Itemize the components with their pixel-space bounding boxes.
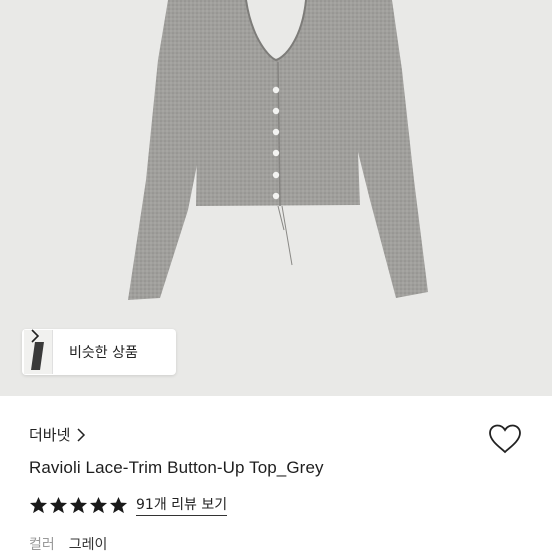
star-icon xyxy=(69,496,88,513)
star-icon xyxy=(109,496,128,513)
brand-name: 더바넷 xyxy=(29,426,71,444)
brand-link[interactable]: 더바넷 xyxy=(29,424,86,445)
product-image[interactable]: 비슷한 상품 xyxy=(0,0,552,396)
similar-products-label: 비슷한 상품 xyxy=(69,345,138,361)
star-icon xyxy=(49,496,68,513)
star-rating xyxy=(29,496,128,515)
star-icon xyxy=(89,496,108,513)
reviews-link[interactable]: 91개 리뷰 보기 xyxy=(136,494,228,516)
rating-row: 91개 리뷰 보기 xyxy=(29,494,228,516)
chevron-right-icon xyxy=(31,329,40,343)
color-value: 그레이 xyxy=(68,537,108,553)
similar-products-button[interactable]: 비슷한 상품 xyxy=(22,329,176,375)
chevron-right-icon xyxy=(77,427,86,442)
star-icon xyxy=(29,496,48,513)
color-label: 컬러 xyxy=(29,537,55,553)
color-row: 컬러 그레이 xyxy=(29,534,107,554)
product-title: Ravioli Lace-Trim Button-Up Top_Grey xyxy=(29,458,324,477)
heart-outline-icon[interactable] xyxy=(488,424,522,454)
